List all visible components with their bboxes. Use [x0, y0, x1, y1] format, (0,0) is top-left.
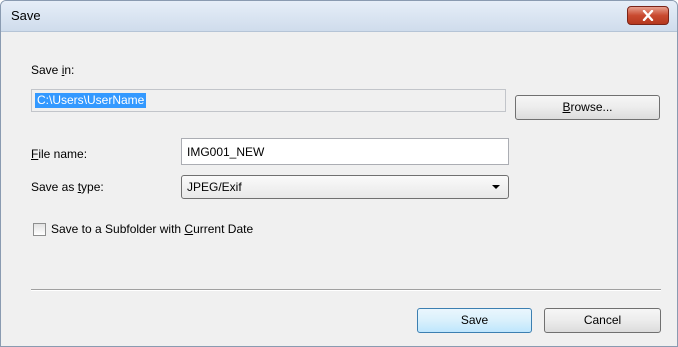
- save-as-type-value: JPEG/Exif: [187, 180, 242, 194]
- dialog-title: Save: [11, 8, 41, 23]
- file-name-input[interactable]: IMG001_NEW: [181, 138, 509, 165]
- chevron-down-icon: [492, 185, 500, 189]
- file-name-value: IMG001_NEW: [187, 145, 265, 159]
- save-in-path-value: C:\Users\UserName: [35, 93, 147, 108]
- save-as-type-label: Save as type:: [31, 180, 104, 194]
- save-as-type-select[interactable]: JPEG/Exif: [181, 175, 509, 199]
- subfolder-label[interactable]: Save to a Subfolder with Current Date: [51, 222, 253, 236]
- save-button[interactable]: Save: [417, 308, 532, 333]
- file-name-label: File name:: [31, 147, 88, 161]
- browse-button[interactable]: Browse...: [515, 95, 660, 120]
- save-in-path-field[interactable]: C:\Users\UserName: [31, 89, 506, 112]
- title-bar: Save: [1, 1, 677, 32]
- cancel-button[interactable]: Cancel: [544, 308, 661, 333]
- close-button[interactable]: [627, 6, 669, 25]
- separator: [31, 289, 661, 291]
- close-icon: [642, 10, 654, 21]
- save-in-label: Save in:: [31, 63, 75, 77]
- save-dialog: Save Save in: C:\Users\UserName Browse..…: [0, 0, 678, 347]
- subfolder-checkbox[interactable]: [33, 223, 46, 236]
